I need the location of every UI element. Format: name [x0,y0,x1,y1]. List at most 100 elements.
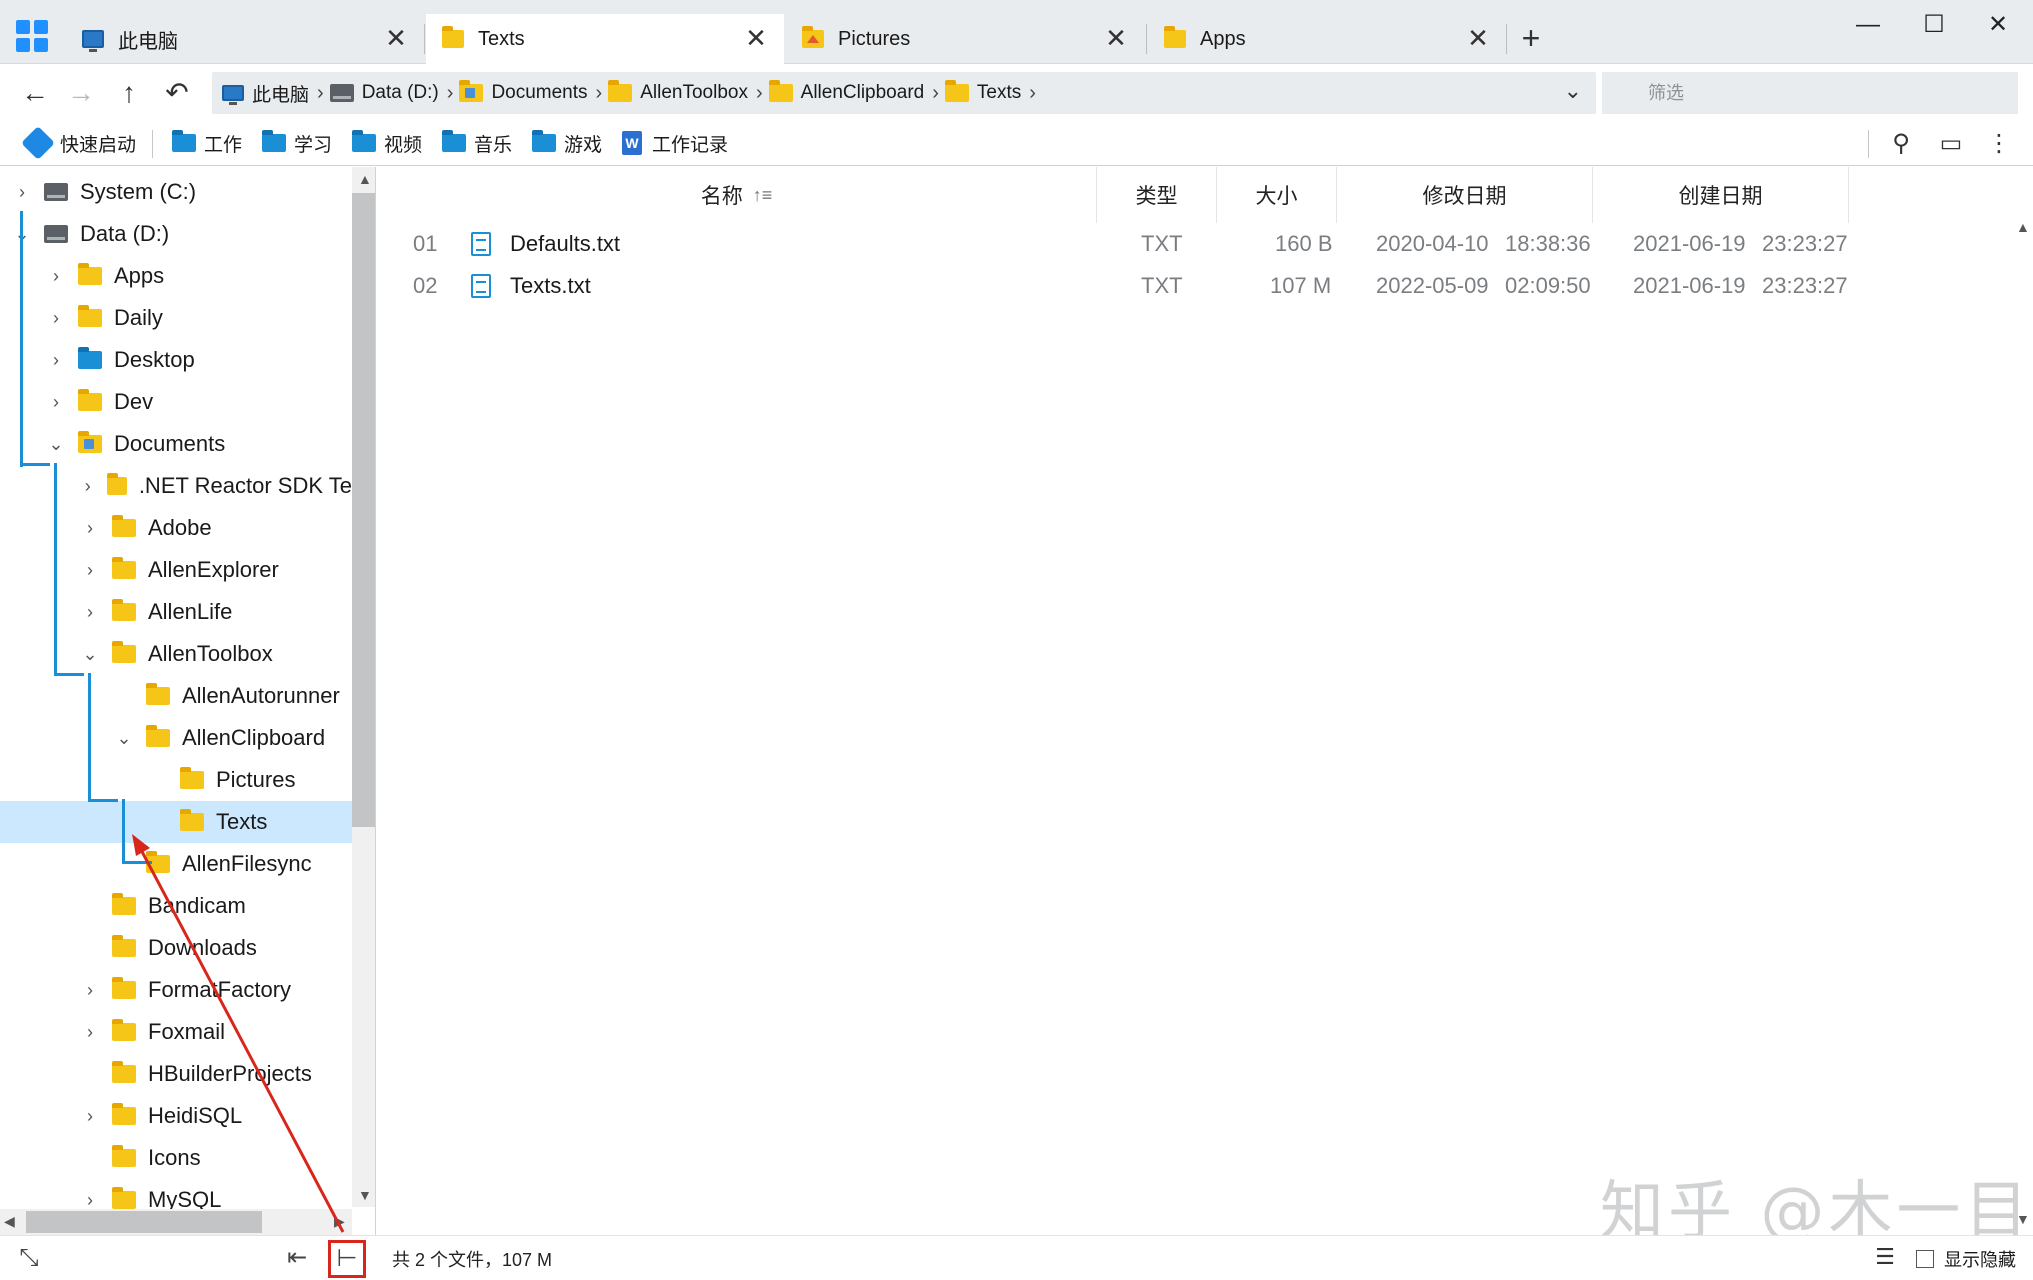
tree-item[interactable]: Downloads [0,927,352,969]
chevron-right-icon[interactable]: › [10,182,34,203]
tree-item[interactable]: ⌄ Documents [0,423,352,465]
column-header-type[interactable]: 类型 [1097,167,1217,223]
tree-item[interactable]: › Dev [0,381,352,423]
bookmark-music[interactable]: 音乐 [442,128,512,158]
breadcrumb-documents[interactable]: Documents › [459,80,602,105]
tree-item[interactable]: › AllenLife [0,591,352,633]
tree-item[interactable]: › FormatFactory [0,969,352,1011]
new-tab-button[interactable]: + [1514,22,1548,56]
chevron-right-icon[interactable]: › [44,308,68,329]
tree-item[interactable]: ⌄ AllenToolbox [0,633,352,675]
chevron-right-icon[interactable]: › [78,476,97,497]
filter-input[interactable] [1602,72,2018,114]
tree-item[interactable]: HBuilderProjects [0,1053,352,1095]
back-button[interactable]: ← [18,76,52,110]
close-icon[interactable]: ✕ [1102,24,1130,52]
breadcrumb-allentoolbox[interactable]: AllenToolbox › [608,80,763,105]
tree-item[interactable]: › Adobe [0,507,352,549]
breadcrumb-allenclipboard[interactable]: AllenClipboard › [768,80,939,105]
chevron-right-icon[interactable]: › [78,602,102,623]
tree-item[interactable]: Bandicam [0,885,352,927]
chevron-down-icon[interactable]: ⌄ [1564,78,1582,104]
chevron-down-icon[interactable]: ⌄ [112,728,136,749]
status-summary: 共 2 个文件，107 M [392,1250,553,1270]
tree-item[interactable]: › Apps [0,255,352,297]
maximize-button[interactable]: ☐ [1914,8,1954,42]
chevron-right-icon[interactable]: › [78,1022,102,1043]
tree-view-toggle-icon[interactable]: ⊢ [328,1240,366,1278]
bookmark-study[interactable]: 学习 [262,128,332,158]
search-icon[interactable]: ⚲ [1884,128,1918,160]
tree-item[interactable]: › Daily [0,297,352,339]
scroll-up-icon[interactable]: ▲ [2016,219,2030,235]
tree-item[interactable]: › AllenExplorer [0,549,352,591]
chevron-right-icon[interactable]: › [44,392,68,413]
file-row[interactable]: 02 Texts.txt TXT 107 M 2022-05-09 02:09:… [377,265,2011,307]
list-view-icon[interactable]: ☰ [1870,1244,1900,1272]
tree-item[interactable]: Texts [0,801,352,843]
bookmark-work[interactable]: 工作 [172,128,242,158]
column-header-modified[interactable]: 修改日期 [1337,167,1593,223]
tree-item[interactable]: AllenFilesync [0,843,352,885]
up-button[interactable]: ↑ [112,76,146,110]
scroll-right-icon[interactable]: ▶ [334,1213,345,1230]
breadcrumb-texts[interactable]: Texts › [944,80,1036,105]
tree-item[interactable]: › HeidiSQL [0,1095,352,1137]
tree-item[interactable]: › Desktop [0,339,352,381]
tree-item[interactable]: AllenAutorunner [0,675,352,717]
chevron-right-icon[interactable]: › [78,980,102,1001]
chevron-down-icon[interactable]: ⌄ [44,434,68,455]
tree-item[interactable]: ⌄Data (D:) [0,213,352,255]
tree-item[interactable]: Pictures [0,759,352,801]
address-bar[interactable]: 此电脑 › Data (D:) › Documents › AllenToolbox ›… [212,72,1596,114]
collapse-all-icon[interactable]: ⤡ [12,1242,46,1274]
undo-button[interactable]: ↶ [160,76,194,110]
tree-item[interactable]: ⌄ AllenClipboard [0,717,352,759]
tree-item[interactable]: Icons [0,1137,352,1179]
app-logo-icon[interactable] [16,20,48,52]
bookmark-work-log[interactable]: W 工作记录 [622,128,728,158]
close-window-button[interactable]: ✕ [1978,8,2018,42]
more-options-icon[interactable]: ⋮ [1982,128,2016,160]
breadcrumb-data-drive[interactable]: Data (D:) › [329,82,453,105]
column-header-name[interactable]: 名称 ↑≡ [377,167,1097,223]
bookmark-video[interactable]: 视频 [352,128,422,158]
show-hidden-checkbox[interactable]: 显示隐藏 [1916,1246,2016,1272]
chevron-right-icon[interactable]: › [78,1190,102,1211]
indent-icon[interactable]: ⇤ [280,1242,314,1274]
scroll-down-icon[interactable]: ▼ [358,1187,372,1203]
tree-horizontal-scroll-thumb[interactable] [26,1211,262,1233]
file-row[interactable]: 01 Defaults.txt TXT 160 B 2020-04-10 18:… [377,223,2011,265]
tab-texts[interactable]: Texts ✕ [426,14,784,64]
chevron-right-icon[interactable]: › [78,518,102,539]
minimize-button[interactable]: — [1848,8,1888,42]
created-date: 2021-06-19 [1633,231,1746,256]
scroll-left-icon[interactable]: ◀ [4,1213,15,1230]
tree-item[interactable]: › .NET Reactor SDK Te [0,465,352,507]
scroll-up-icon[interactable]: ▲ [358,171,372,187]
tab-pictures[interactable]: Pictures ✕ [786,14,1144,64]
bookmark-quick-launch[interactable]: 快速启动 [21,126,136,160]
close-icon[interactable]: ✕ [742,24,770,52]
chevron-right-icon[interactable]: › [78,1106,102,1127]
tab-this-pc[interactable]: 此电脑 ✕ [66,14,424,64]
preview-pane-icon[interactable]: ▭ [1934,128,1968,160]
breadcrumb-this-pc[interactable]: 此电脑 › [222,80,324,107]
bookmark-games[interactable]: 游戏 [532,128,602,158]
column-header-size[interactable]: 大小 [1217,167,1337,223]
chevron-right-icon[interactable]: › [44,350,68,371]
tree-item[interactable]: › System (C:) [0,171,352,213]
tree-vertical-scroll-thumb[interactable] [352,193,375,827]
tree-item[interactable]: › Foxmail [0,1011,352,1053]
chevron-right-icon[interactable]: › [44,266,68,287]
checkbox-box[interactable] [1916,1250,1934,1268]
file-list-scrollbar[interactable]: ▲ ▼ [2010,167,2033,1235]
close-icon[interactable]: ✕ [382,24,410,52]
chevron-right-icon: › [1029,81,1036,104]
tab-apps[interactable]: Apps ✕ [1148,14,1506,64]
chevron-right-icon[interactable]: › [78,560,102,581]
column-header-created[interactable]: 创建日期 [1593,167,1849,223]
forward-button[interactable]: → [64,76,98,110]
chevron-down-icon[interactable]: ⌄ [78,644,102,665]
close-icon[interactable]: ✕ [1464,24,1492,52]
